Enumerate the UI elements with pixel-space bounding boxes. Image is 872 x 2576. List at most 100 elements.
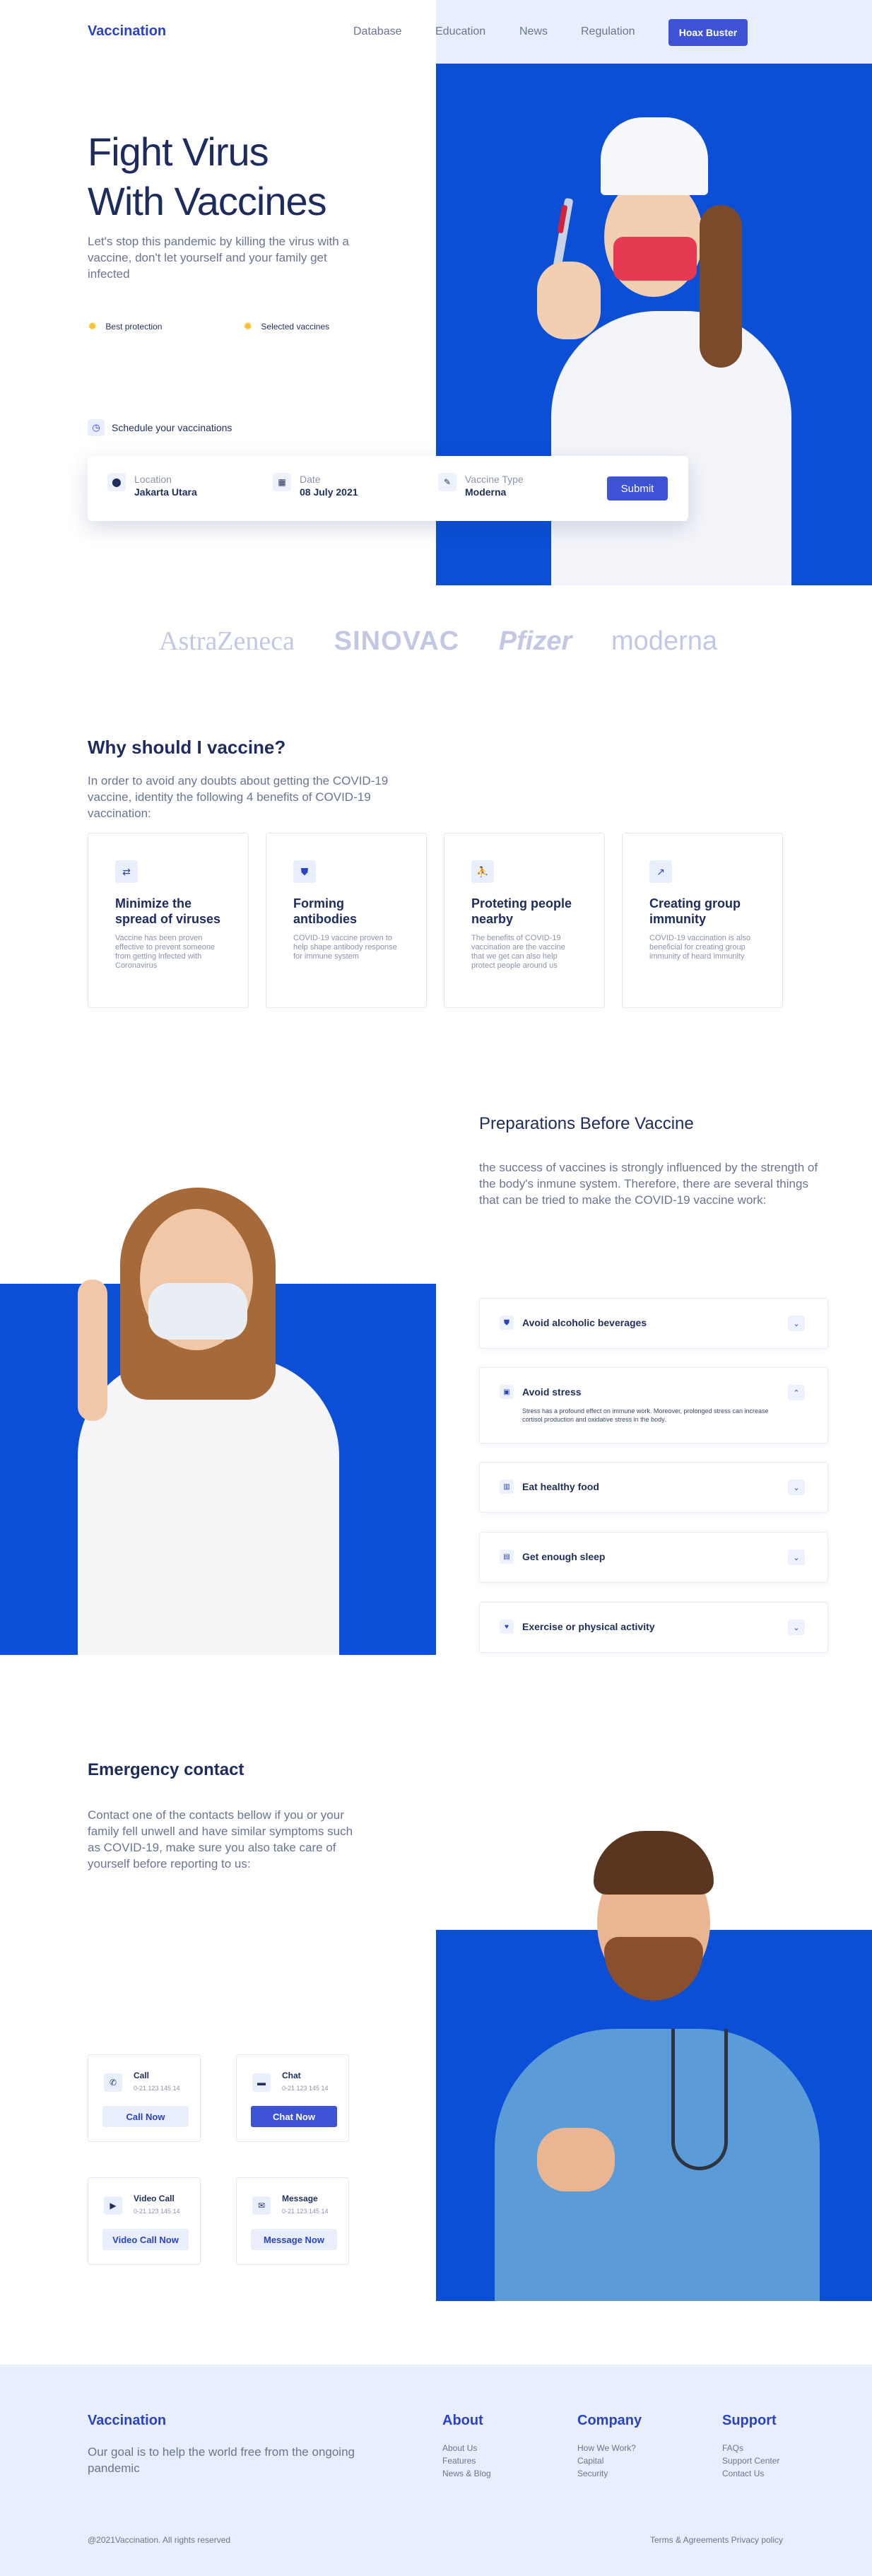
accordion-label: Exercise or physical activity — [522, 1621, 655, 1632]
footer-col-about: About About Us Features News & Blog — [442, 2413, 491, 2480]
date-label: Date — [300, 474, 321, 485]
footer-col-title: Company — [577, 2413, 642, 2428]
brand-logo[interactable]: Vaccination — [88, 23, 166, 40]
footer-link[interactable]: How We Work? — [577, 2442, 642, 2454]
shield-icon: ⛊ — [293, 860, 316, 883]
why-title: Why should I vaccine? — [88, 737, 286, 758]
contact-title: Chat — [282, 2071, 301, 2080]
date-value[interactable]: 08 July 2021 — [300, 486, 358, 498]
accordion-label: Eat healthy food — [522, 1481, 599, 1492]
footer-desc: Our goal is to help the world free from … — [88, 2445, 355, 2475]
star-icon: ✹ — [88, 321, 98, 333]
nav-link-education[interactable]: Education — [435, 25, 485, 38]
star-icon: ✹ — [243, 321, 253, 333]
footer-link[interactable]: Contact Us — [722, 2467, 779, 2480]
contact-phone: 0-21 123 145 14 — [282, 2208, 329, 2215]
heart-icon: ♥ — [500, 1620, 514, 1634]
phone-icon: ✆ — [104, 2073, 122, 2092]
astrazeneca-logo: AstraZeneca — [159, 626, 295, 656]
hero-subtitle: Let's stop this pandemic by killing the … — [88, 235, 349, 281]
accordion-item-food[interactable]: ▥ Eat healthy food ⌄ — [479, 1462, 828, 1513]
footer-brand[interactable]: Vaccination — [88, 2413, 166, 2429]
people-icon: ⛹ — [471, 860, 494, 883]
footer-link[interactable]: FAQs — [722, 2442, 779, 2454]
date-field[interactable]: ▦ Date 08 July 2021 — [273, 473, 358, 498]
contact-phone: 0-21 123 145 14 — [134, 2208, 180, 2215]
footer-col-company: Company How We Work? Capital Security — [577, 2413, 642, 2480]
benefit-card: ⛊ Forming antibodies COVID-19 vaccine pr… — [266, 833, 427, 1008]
why-subtitle: In order to avoid any doubts about getti… — [88, 774, 389, 820]
video-call-now-button[interactable]: Video Call Now — [102, 2229, 189, 2250]
chevron-down-icon[interactable]: ⌄ — [788, 1620, 805, 1635]
accordion-item-exercise[interactable]: ♥ Exercise or physical activity ⌄ — [479, 1602, 828, 1653]
terms-links[interactable]: Terms & Agreements Privacy policy — [650, 2535, 783, 2545]
prep-subtitle: the success of vaccines is strongly infl… — [479, 1161, 818, 1207]
chat-icon: ▬ — [252, 2073, 271, 2092]
sleep-icon: ▤ — [500, 1550, 514, 1564]
contact-title: Message — [282, 2194, 318, 2203]
accordion-item-stress[interactable]: ▣ Avoid stress ⌃ Stress has a profound ef… — [479, 1367, 828, 1444]
vaccine-type-value[interactable]: Moderna — [465, 486, 524, 498]
vaccine-type-label: Vaccine Type — [465, 474, 524, 485]
food-icon: ▥ — [500, 1480, 514, 1494]
schedule-text: Schedule your vaccinations — [112, 422, 232, 433]
chevron-down-icon[interactable]: ⌄ — [788, 1480, 805, 1495]
clock-icon: ◷ — [88, 419, 105, 436]
benefit-card: ⇄ Minimize the spread of viruses Vaccine… — [88, 833, 249, 1008]
feature-selected-vaccines: ✹ Selected vaccines — [243, 320, 329, 334]
footer-link[interactable]: News & Blog — [442, 2467, 491, 2480]
calendar-icon: ▦ — [273, 473, 291, 491]
feature-label: Selected vaccines — [261, 322, 330, 332]
hero-title: Fight Virus With Vaccines — [88, 127, 384, 226]
submit-button[interactable]: Submit — [607, 476, 668, 500]
message-now-button[interactable]: Message Now — [251, 2229, 337, 2250]
footer-link[interactable]: Capital — [577, 2454, 642, 2467]
footer-link[interactable]: Features — [442, 2454, 491, 2467]
footer-col-title: About — [442, 2413, 483, 2428]
footer-link[interactable]: Security — [577, 2467, 642, 2480]
accordion-item-sleep[interactable]: ▤ Get enough sleep ⌄ — [479, 1532, 828, 1583]
contact-title: Call — [134, 2071, 150, 2080]
accordion-item-alcohol[interactable]: ⛊ Avoid alcoholic beverages ⌄ — [479, 1298, 828, 1349]
shield-icon: ⛊ — [500, 1316, 514, 1330]
location-field[interactable]: ⬤ Location Jakarta Utara — [107, 473, 197, 498]
contact-card-message: ✉ Message 0-21 123 145 14 Message Now — [236, 2177, 349, 2265]
chevron-down-icon[interactable]: ⌄ — [788, 1550, 805, 1565]
location-value[interactable]: Jakarta Utara — [134, 486, 197, 498]
chevron-up-icon[interactable]: ⌃ — [788, 1385, 805, 1400]
partner-logos: AstraZeneca SINOVAC Pfizer moderna — [159, 626, 717, 657]
contact-title: Video Call — [134, 2194, 175, 2203]
message-icon: ✉ — [252, 2196, 271, 2215]
nav-link-regulation[interactable]: Regulation — [581, 25, 635, 38]
location-pin-icon: ⬤ — [107, 473, 126, 491]
footer-link[interactable]: About Us — [442, 2442, 491, 2454]
pfizer-logo: Pfizer — [498, 626, 572, 656]
hoax-buster-button[interactable]: Hoax Buster — [668, 19, 748, 46]
emergency-subtitle: Contact one of the contacts bellow if yo… — [88, 1808, 353, 1870]
benefit-card: ↗ Creating group immunity COVID-19 vacci… — [622, 833, 783, 1008]
accordion-label: Get enough sleep — [522, 1551, 606, 1562]
benefit-desc: Vaccine has been proven effective to pre… — [115, 934, 216, 970]
copyright: @2021Vaccination. All rights reserved — [88, 2535, 231, 2545]
feature-label: Best protection — [105, 322, 163, 332]
contact-phone: 0-21 123 145 14 — [134, 2085, 180, 2092]
benefit-title: Forming antibodies — [293, 896, 358, 926]
footer-link[interactable]: Support Center — [722, 2454, 779, 2467]
hero-title-line2: With Vaccines — [88, 179, 327, 223]
benefit-title: Proteting people nearby — [471, 896, 572, 926]
benefit-desc: The benefits of COVID-19 vaccination are… — [471, 934, 565, 970]
footer-col-title: Support — [722, 2413, 777, 2428]
footer-col-support: Support FAQs Support Center Contact Us — [722, 2413, 779, 2480]
location-label: Location — [134, 474, 172, 485]
nav-background — [436, 0, 872, 64]
nav-link-database[interactable]: Database — [353, 25, 402, 38]
vaccine-type-field[interactable]: ✎ Vaccine Type Moderna — [438, 473, 524, 498]
doctor-image — [481, 1824, 834, 2301]
call-now-button[interactable]: Call Now — [102, 2106, 189, 2127]
emergency-title: Emergency contact — [88, 1760, 244, 1779]
accordion-label: Avoid stress — [522, 1386, 582, 1398]
masked-woman-image — [57, 1181, 360, 1655]
nav-link-news[interactable]: News — [519, 25, 548, 38]
chat-now-button[interactable]: Chat Now — [251, 2106, 337, 2127]
chevron-down-icon[interactable]: ⌄ — [788, 1316, 805, 1331]
